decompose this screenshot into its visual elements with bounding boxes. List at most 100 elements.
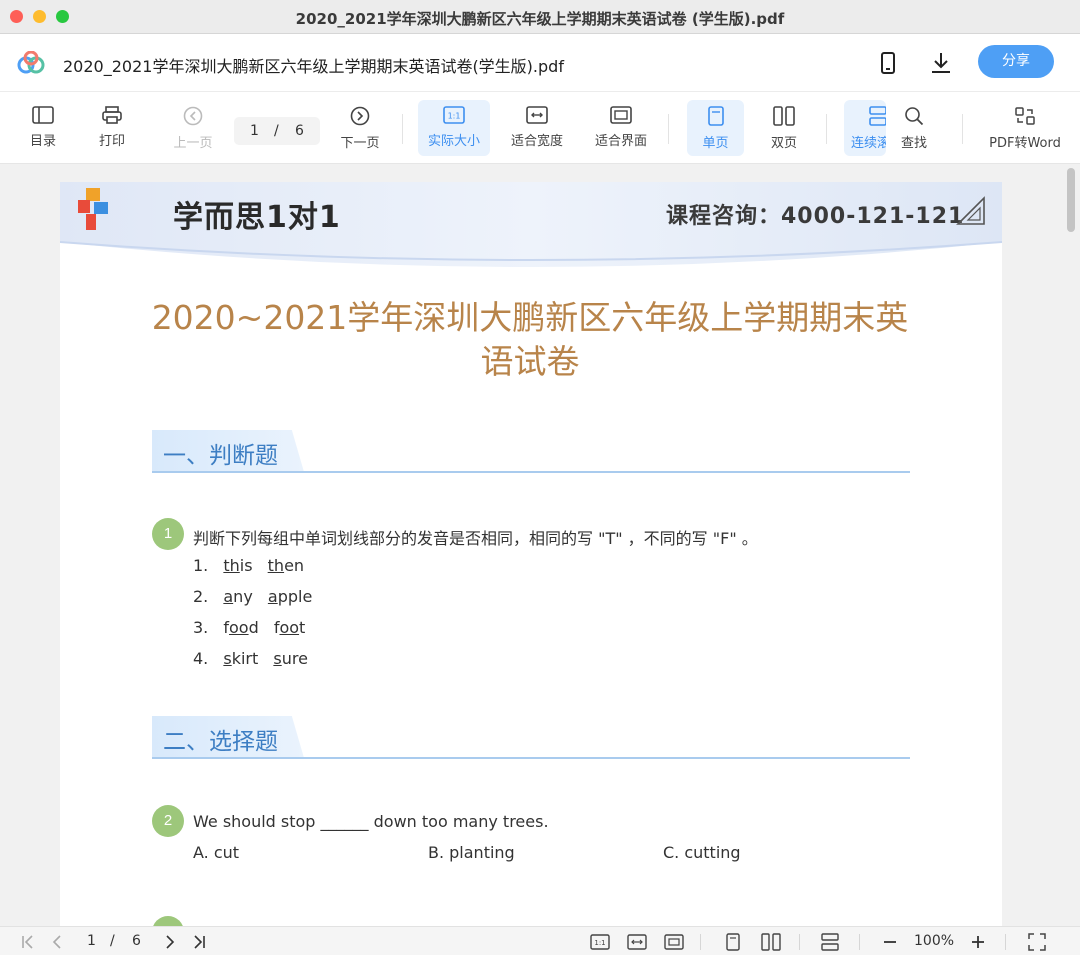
actual-size-button[interactable]: 1:1 实际大小 (418, 100, 490, 156)
window-titlebar: 2020_2021学年深圳大鹏新区六年级上学期期末英语试卷 (学生版).pdf (0, 0, 1080, 34)
zoom-in-icon[interactable] (968, 932, 988, 952)
two-page-button[interactable]: 双页 (760, 100, 808, 156)
status-page-separator: / (110, 933, 115, 949)
list-item: 2. any apple (193, 587, 313, 606)
status-divider (859, 934, 860, 950)
question-number-badge: 2 (152, 805, 184, 837)
question-number-badge: 1 (152, 518, 184, 550)
status-total-pages: 6 (132, 933, 141, 949)
fit-width-icon (526, 106, 548, 124)
svg-text:1:1: 1:1 (594, 939, 605, 947)
brand-name: 学而思1对1 (173, 200, 341, 235)
first-page-icon[interactable] (18, 932, 38, 952)
file-header: 2020_2021学年深圳大鹏新区六年级上学期期末英语试卷(学生版).pdf 分… (0, 34, 1080, 92)
toc-label: 目录 (29, 134, 56, 149)
single-page-label: 单页 (702, 136, 729, 151)
print-label: 打印 (98, 134, 125, 149)
search-icon (905, 107, 924, 126)
prev-page-icon[interactable] (47, 932, 67, 952)
two-page-label: 双页 (770, 136, 797, 151)
list-item: 4. skirt sure (193, 649, 308, 668)
window-title: 2020_2021学年深圳大鹏新区六年级上学期期末英语试卷 (学生版).pdf (295, 10, 785, 28)
print-button[interactable]: 打印 (90, 100, 134, 156)
option-c: C. cutting (663, 843, 741, 862)
document-viewport[interactable]: 学而思1对1 课程咨询：4000-121-121 2020~2021学年深圳大鹏… (0, 164, 1080, 926)
single-page-icon (707, 106, 724, 126)
page-separator: / (274, 123, 279, 139)
status-divider (799, 934, 800, 950)
status-current-page[interactable]: 1 (87, 933, 96, 949)
section-heading-choice: 二、选择题 (152, 716, 910, 760)
vertical-scrollbar[interactable] (1067, 168, 1075, 232)
fit-width-icon[interactable] (627, 932, 647, 952)
two-page-icon (773, 106, 795, 126)
question-text: 判断下列每组中单词划线部分的发音是否相同，相同的写 "T" ，不同的写 "F" … (193, 529, 758, 548)
fit-width-label: 适合宽度 (510, 134, 563, 149)
fit-window-icon (610, 106, 632, 124)
toolbar-divider (402, 114, 403, 144)
prev-page-button[interactable]: 上一页 (168, 100, 218, 156)
app-logo-icon (17, 51, 45, 74)
status-bar: 1 / 6 1:1 100% (0, 926, 1080, 955)
find-button[interactable]: 查找 (894, 100, 934, 156)
page-number-input[interactable]: 1 / 6 (234, 117, 320, 145)
fit-width-button[interactable]: 适合宽度 (506, 100, 568, 156)
pdf-to-word-button[interactable]: PDF转Word (984, 100, 1066, 156)
find-label: 查找 (900, 136, 927, 151)
status-divider (700, 934, 701, 950)
chevron-right-circle-icon (350, 106, 370, 126)
document-title-line2: 语试卷 (480, 342, 580, 381)
question-number-badge: 3 (152, 916, 184, 926)
pdf-page: 学而思1对1 课程咨询：4000-121-121 2020~2021学年深圳大鹏… (60, 182, 1002, 926)
toolbar-divider (668, 114, 669, 144)
zoom-level[interactable]: 100% (914, 933, 954, 949)
list-item: 1. this then (193, 556, 305, 575)
option-a: A. cut (193, 843, 240, 862)
document-title-line1: 2020~2021学年深圳大鹏新区六年级上学期期末英 (151, 298, 909, 337)
file-name: 2020_2021学年深圳大鹏新区六年级上学期期末英语试卷(学生版).pdf (63, 57, 564, 76)
two-page-icon[interactable] (761, 932, 781, 952)
toolbar: 目录 打印 上一页 1 / 6 下一页 1:1 实际大小 适合宽度 适合界面 单… (0, 92, 1080, 164)
continuous-scroll-button[interactable]: 连续滚 (844, 100, 886, 156)
section-title: 一、判断题 (163, 443, 278, 469)
last-page-icon[interactable] (189, 932, 209, 952)
next-page-button[interactable]: 下一页 (335, 100, 385, 156)
download-icon[interactable] (928, 50, 954, 76)
list-item: 3. food foot (193, 618, 306, 637)
section-heading-judgement: 一、判断题 (152, 430, 910, 474)
current-page-number: 1 (250, 123, 259, 139)
consult-hotline: 课程咨询：4000-121-121 (666, 204, 965, 229)
question-text: We should stop ______ down too many tree… (193, 812, 549, 831)
actual-size-label: 实际大小 (427, 134, 480, 149)
section-title: 二、选择题 (163, 729, 278, 755)
share-button[interactable]: 分享 (978, 45, 1054, 78)
pdf-to-word-label: PDF转Word (989, 136, 1061, 151)
printer-icon (102, 106, 122, 124)
zoom-out-icon[interactable] (880, 932, 900, 952)
actual-size-icon[interactable]: 1:1 (590, 932, 610, 952)
ruler-icon (956, 196, 985, 225)
document-title: 2020~2021学年深圳大鹏新区六年级上学期期末英 语试卷 (150, 296, 910, 384)
fit-window-icon[interactable] (664, 932, 684, 952)
fit-window-button[interactable]: 适合界面 (590, 100, 652, 156)
chevron-left-circle-icon (183, 106, 203, 126)
single-page-icon[interactable] (723, 932, 743, 952)
prev-page-label: 上一页 (173, 136, 213, 151)
continuous-scroll-label: 连续滚 (851, 136, 886, 151)
brand-logo-icon (78, 188, 108, 230)
fit-window-label: 适合界面 (594, 134, 647, 149)
toc-button[interactable]: 目录 (22, 100, 64, 156)
svg-text:1:1: 1:1 (448, 112, 461, 121)
continuous-scroll-icon[interactable] (820, 932, 840, 952)
phone-icon[interactable] (875, 50, 901, 76)
next-page-icon[interactable] (160, 932, 180, 952)
actual-size-icon: 1:1 (443, 106, 465, 124)
continuous-scroll-icon (869, 106, 886, 126)
toc-icon (32, 106, 54, 124)
toolbar-divider (962, 114, 963, 144)
convert-icon (1015, 107, 1035, 125)
single-page-button[interactable]: 单页 (687, 100, 744, 156)
fullscreen-icon[interactable] (1027, 932, 1047, 952)
toolbar-divider (826, 114, 827, 144)
option-b: B. planting (428, 843, 515, 862)
